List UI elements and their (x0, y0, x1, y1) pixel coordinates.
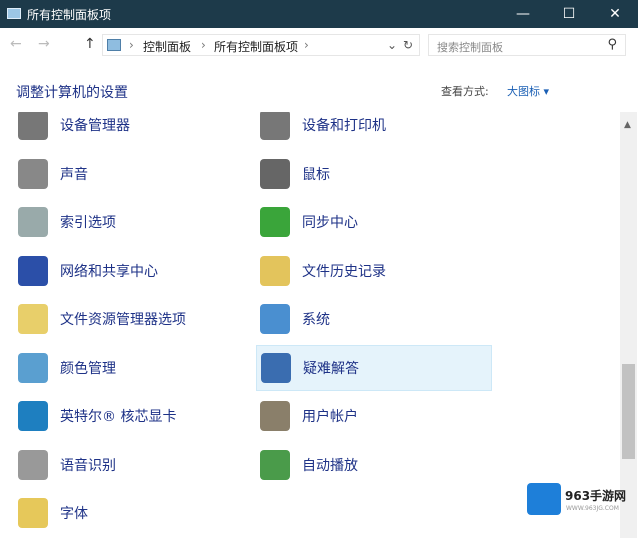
item-label: 设备和打印机 (302, 118, 386, 134)
item-label: 鼠标 (302, 166, 330, 183)
watermark-logo-icon (527, 483, 561, 515)
printer-icon (260, 112, 290, 140)
navigation-bar: ← → ↑ › 控制面板 › 所有控制面板项 › ⌄ ↻ 搜索控制面板 ⚲ (0, 30, 638, 60)
mouse-icon (260, 158, 290, 189)
scroll-up-icon[interactable]: ▲ (624, 120, 631, 130)
item-label: 语音识别 (60, 457, 116, 474)
troubleshooting-icon (261, 352, 291, 383)
search-icon[interactable]: ⚲ (607, 37, 617, 52)
control-panel-item[interactable]: 设备管理器 (14, 112, 250, 148)
control-panel-icon (107, 39, 121, 51)
control-panel-item[interactable]: 系统 (256, 296, 492, 342)
forward-button[interactable]: → (38, 36, 50, 52)
intel-graphics-icon (18, 401, 48, 431)
up-button[interactable]: ↑ (84, 36, 96, 52)
page-title: 调整计算机的设置 (16, 85, 128, 101)
item-label: 同步中心 (302, 215, 358, 231)
item-label: 颜色管理 (60, 360, 116, 377)
view-by-label: 查看方式: (441, 85, 489, 98)
breadcrumb-control-panel[interactable]: 控制面板 (143, 38, 191, 55)
chevron-down-icon[interactable]: ⌄ (387, 38, 397, 52)
address-bar[interactable]: › 控制面板 › 所有控制面板项 › ⌄ ↻ (102, 34, 420, 56)
watermark-url: WWW.963JG.COM (566, 505, 619, 512)
breadcrumb-separator: › (129, 38, 134, 52)
user-accounts-icon (260, 401, 290, 431)
item-label: 用户帐户 (302, 409, 358, 425)
maximize-button[interactable]: ☐ (546, 0, 592, 28)
system-icon (260, 304, 290, 334)
item-label: 设备管理器 (60, 118, 130, 134)
control-panel-item[interactable]: 文件资源管理器选项 (14, 296, 250, 342)
breadcrumb-separator: › (304, 38, 309, 52)
sync-icon (260, 207, 290, 237)
refresh-icon[interactable]: ↻ (403, 38, 413, 52)
search-placeholder: 搜索控制面板 (437, 41, 503, 54)
item-label: 疑难解答 (303, 360, 359, 377)
control-panel-item[interactable]: 文件历史记录 (256, 248, 492, 294)
control-panel-item[interactable]: 声音 (14, 151, 250, 197)
view-by-dropdown[interactable]: 大图标 ▾ (507, 83, 549, 99)
control-panel-item[interactable]: 疑难解答 (256, 344, 492, 391)
back-button[interactable]: ← (10, 36, 22, 52)
control-panel-item[interactable]: 索引选项 (14, 199, 250, 245)
search-input[interactable]: 搜索控制面板 ⚲ (428, 34, 626, 56)
control-panel-item[interactable]: 同步中心 (256, 199, 492, 245)
control-panel-item[interactable]: 网络和共享中心 (14, 248, 250, 294)
file-history-icon (260, 255, 290, 286)
scrollbar[interactable]: ▲ (620, 112, 637, 538)
network-icon (18, 255, 48, 286)
watermark-name: 963手游网 (565, 489, 627, 503)
item-label: 文件历史记录 (302, 263, 386, 280)
control-panel-item[interactable]: 用户帐户 (256, 393, 492, 439)
breadcrumb-all-items[interactable]: 所有控制面板项 (214, 38, 298, 55)
color-management-icon (18, 352, 48, 383)
item-label: 英特尔® 核芯显卡 (60, 409, 177, 425)
breadcrumb-separator: › (201, 38, 206, 52)
window-title: 所有控制面板项 (27, 8, 112, 22)
close-button[interactable]: ✕ (592, 0, 638, 28)
title-bar: 所有控制面板项 — ☐ ✕ (0, 0, 638, 28)
item-label: 索引选项 (60, 215, 116, 231)
control-panel-item[interactable]: 鼠标 (256, 151, 492, 197)
item-label: 声音 (60, 166, 88, 183)
autoplay-icon (260, 449, 290, 480)
folder-options-icon (18, 304, 48, 334)
item-label: 系统 (302, 312, 330, 328)
control-panel-item[interactable]: 颜色管理 (14, 345, 250, 391)
control-panel-item[interactable]: 字体 (14, 490, 250, 536)
indexing-icon (18, 207, 48, 237)
control-panel-item[interactable]: 语音识别 (14, 442, 250, 488)
device-manager-icon (18, 112, 48, 140)
items-list: 设备管理器声音索引选项网络和共享中心文件资源管理器选项 颜色管理英特尔® 核芯显卡… (0, 112, 618, 538)
speaker-icon (18, 158, 48, 189)
scrollbar-thumb[interactable] (622, 364, 635, 459)
item-label: 字体 (60, 506, 88, 522)
microphone-icon (18, 449, 48, 480)
control-panel-item[interactable]: 自动播放 (256, 442, 492, 488)
fonts-icon (18, 498, 48, 528)
item-label: 文件资源管理器选项 (60, 312, 186, 328)
control-panel-item[interactable]: 英特尔® 核芯显卡 (14, 393, 250, 439)
minimize-button[interactable]: — (500, 0, 546, 28)
control-panel-icon (7, 8, 21, 19)
item-label: 网络和共享中心 (60, 263, 158, 280)
item-label: 自动播放 (302, 457, 358, 474)
control-panel-item[interactable]: 设备和打印机 (256, 112, 492, 148)
